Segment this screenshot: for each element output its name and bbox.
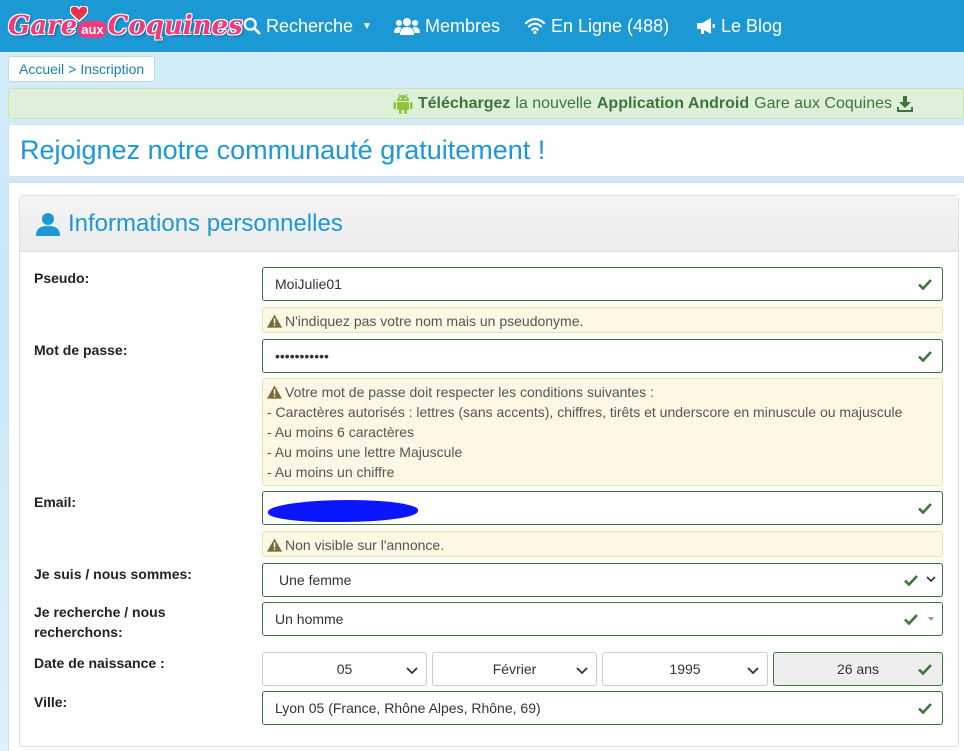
iam-value: Une femme — [279, 572, 352, 588]
nav-blog-label: Le Blog — [721, 15, 783, 36]
android-app-banner[interactable]: Téléchargez la nouvelle Application Andr… — [8, 88, 964, 119]
seek-label-line-1: Je recherche / nous — [34, 604, 166, 620]
password-input[interactable]: ••••••••••• — [262, 339, 943, 373]
birth-label: Date de naissance : — [34, 655, 165, 671]
download-icon — [897, 95, 913, 112]
password-help-line-5: - Au moins un chiffre — [267, 464, 395, 480]
nav-members[interactable]: Membres — [394, 14, 500, 38]
pseudo-value: MoiJulie01 — [275, 276, 342, 292]
password-help: Votre mot de passe doit respecter les co… — [262, 378, 943, 486]
iam-select[interactable]: Une femme — [262, 563, 943, 597]
heart-icon — [70, 6, 88, 22]
breadcrumb: Accueil > Inscription — [8, 56, 156, 82]
email-help: Non visible sur l'annonce. — [262, 531, 943, 557]
password-help-line-4: - Au moins une lettre Majuscule — [267, 444, 463, 460]
chevron-down-icon — [576, 667, 588, 675]
password-help-line-1: Votre mot de passe doit respecter les co… — [267, 382, 938, 402]
nav-search[interactable]: Recherche ▼ — [243, 14, 372, 38]
user-icon — [36, 212, 60, 236]
banner-download-text: Téléchargez — [417, 94, 511, 112]
nav-search-label: Recherche — [266, 15, 354, 36]
password-help-line-3: - Au moins 6 caractères — [267, 424, 415, 440]
wifi-icon — [524, 18, 546, 35]
logo-gare: Gare — [8, 11, 78, 41]
pseudo-help: N'indiquez pas votre nom mais un pseudon… — [262, 307, 943, 333]
check-icon — [918, 503, 932, 515]
banner-app-text: Application Android — [596, 94, 750, 112]
logo-coquines: Coquines — [107, 11, 243, 41]
breadcrumb-home[interactable]: Accueil — [19, 61, 64, 77]
search-icon — [243, 17, 261, 35]
site-logo[interactable]: Gare aux Coquines — [8, 6, 243, 46]
section-title: Informations personnelles — [68, 209, 343, 237]
breadcrumb-separator: > — [68, 61, 77, 77]
banner-site-text: Gare aux Coquines — [754, 94, 892, 112]
password-label: Mot de passe: — [34, 342, 128, 358]
city-label: Ville: — [34, 694, 68, 710]
chevron-down-icon — [747, 667, 759, 675]
check-icon — [918, 279, 932, 291]
banner-text-2: la nouvelle — [515, 94, 592, 112]
nav-members-label: Membres — [425, 15, 501, 36]
seek-label: Je recherche / nous recherchons: — [34, 602, 166, 642]
check-icon — [918, 664, 932, 676]
users-icon — [394, 18, 420, 35]
caret-down-icon — [928, 617, 934, 621]
email-label: Email: — [34, 494, 77, 510]
iam-label: Je suis / nous sommes: — [34, 566, 192, 582]
chevron-down-icon — [406, 667, 418, 675]
check-icon — [904, 575, 918, 587]
seek-label-line-2: recherchons: — [34, 624, 123, 640]
seek-value: Un homme — [275, 611, 344, 627]
check-icon — [918, 351, 932, 363]
check-icon — [918, 703, 932, 715]
age-value: 26 ans — [836, 661, 880, 677]
logo-aux: aux — [78, 20, 107, 38]
password-help-line-2: - Caractères autorisés : lettres (sans a… — [267, 404, 903, 420]
birth-day-select[interactable]: 05 — [262, 652, 427, 686]
email-help-text: Non visible sur l'annonce. — [285, 537, 445, 553]
check-icon — [904, 614, 918, 626]
warning-icon — [267, 314, 282, 328]
redaction-mark — [268, 500, 418, 522]
warning-icon — [267, 538, 282, 552]
birth-day-value: 05 — [336, 661, 353, 677]
top-navbar: Gare aux Coquines Recherche ▼ Membres En… — [0, 0, 964, 52]
password-value: ••••••••••• — [275, 348, 329, 364]
birth-year-value: 1995 — [669, 661, 701, 677]
pseudo-label: Pseudo: — [34, 270, 90, 286]
page-title: Rejoignez notre communauté gratuitement … — [20, 135, 546, 165]
pseudo-input[interactable]: MoiJulie01 — [262, 267, 943, 301]
city-input[interactable]: Lyon 05 (France, Rhône Alpes, Rhône, 69) — [262, 691, 943, 725]
chevron-down-icon: ▼ — [362, 20, 372, 32]
pseudo-help-text: N'indiquez pas votre nom mais un pseudon… — [285, 313, 584, 329]
warning-icon — [267, 385, 282, 399]
birth-month-select[interactable]: Février — [432, 652, 597, 686]
breadcrumb-current: Inscription — [80, 61, 145, 77]
birth-year-select[interactable]: 1995 — [602, 652, 768, 686]
age-display: 26 ans — [773, 652, 943, 686]
city-value: Lyon 05 (France, Rhône Alpes, Rhône, 69) — [275, 700, 541, 716]
chevron-down-icon — [926, 576, 936, 583]
nav-online[interactable]: En Ligne (488) — [524, 14, 669, 38]
birth-month-value: Février — [492, 661, 537, 677]
nav-blog[interactable]: Le Blog — [696, 14, 782, 38]
panel-heading: Informations personnelles — [20, 196, 958, 252]
page-title-card: Rejoignez notre communauté gratuitement … — [8, 124, 964, 177]
megaphone-icon — [697, 18, 715, 34]
nav-online-label: En Ligne (488) — [551, 15, 670, 36]
seek-select[interactable]: Un homme — [262, 602, 943, 636]
android-icon — [393, 93, 413, 114]
